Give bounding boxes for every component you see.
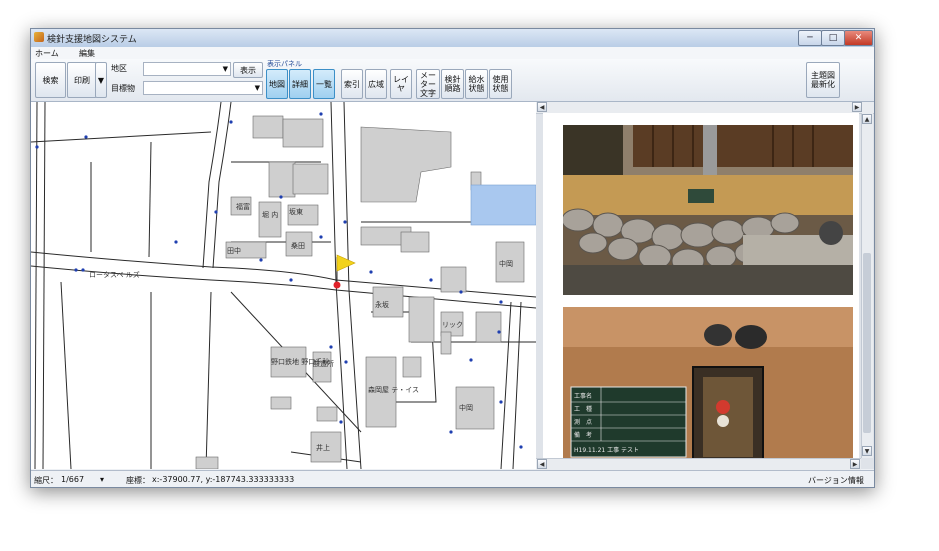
pool-area [470, 184, 536, 226]
refresh-theme-map-button[interactable]: 主題図 最新化 [806, 62, 840, 98]
usage-status-button[interactable]: 使用 状態 [489, 69, 512, 99]
window-title: 検針支援地図システム [47, 35, 137, 45]
panel-list-button[interactable]: 一覧 [313, 69, 335, 99]
coord-label: 座標： [126, 476, 150, 485]
chevron-down-icon: ▼ [254, 84, 260, 92]
wide-area-button[interactable]: 広域 [365, 69, 387, 99]
board-bottom: H19.11.21 工事 テスト [574, 446, 639, 454]
menu-edit[interactable]: 編集 [79, 48, 95, 59]
app-window: 検針支援地図システム ─ □ ✕ ホーム 編集 検索 印刷 ▼ 地区 ▼ 目標物… [30, 28, 875, 488]
search-button[interactable]: 検索 [35, 62, 66, 98]
photo-panel: ◀ ▶ 工事名 工 種 測 点 備 考 H19.11.21 工事 テスト ▲ ▼… [536, 102, 874, 470]
scroll-down-icon[interactable]: ▼ [862, 446, 872, 456]
pin-icon [333, 281, 341, 289]
photo-page: 工事名 工 種 測 点 備 考 H19.11.21 工事 テスト [543, 113, 859, 463]
status-bar: 縮尺： 1/667 ▾ 座標： x:-37900.77, y:-187743.3… [31, 470, 874, 487]
scroll-left-icon[interactable]: ◀ [537, 459, 547, 469]
title-bar: 検針支援地図システム ─ □ ✕ [31, 29, 874, 48]
map-label: 坂東 [289, 207, 303, 216]
maximize-button[interactable]: □ [821, 30, 845, 46]
map-label: 永坂 [375, 300, 389, 309]
photo-meter-box: 工事名 工 種 測 点 備 考 H19.11.21 工事 テスト [563, 307, 853, 463]
map-label: ロータスベ ルズ [89, 270, 140, 279]
index-button[interactable]: 索引 [341, 69, 363, 99]
area-select[interactable]: ▼ [143, 62, 231, 76]
panel-title: 表示パネル [267, 60, 302, 68]
board-row: 備 考 [574, 431, 592, 439]
scroll-right-icon[interactable]: ▶ [852, 102, 862, 112]
supply-status-button[interactable]: 給水 状態 [465, 69, 488, 99]
board-row: 工事名 [574, 392, 592, 400]
scale-value[interactable]: 1/667 [61, 475, 84, 484]
map-canvas: 坂東 桑田 堀 内 福富 田中 中岡 永坂 リック 野口鉄地 野口千秋 酸造所 … [31, 102, 536, 469]
map-label: 森岡屋 テ・イス [368, 385, 419, 394]
print-dropdown-button[interactable]: ▼ [95, 62, 107, 98]
photo-vertical-scrollbar[interactable]: ▲ ▼ [861, 113, 873, 458]
panel-detail-button[interactable]: 詳細 [289, 69, 311, 99]
board-row: 工 種 [574, 405, 592, 413]
toolbar: 検索 印刷 ▼ 地区 ▼ 目標物 ▼ 表示 表示パネル 地図 詳細 一覧 索引 … [31, 59, 874, 102]
area-label: 地区 [111, 64, 127, 73]
map-label: 中岡 [499, 259, 513, 268]
board-row: 測 点 [574, 418, 592, 426]
print-button[interactable]: 印刷 [67, 62, 97, 98]
version-info[interactable]: バージョン情報 [808, 475, 864, 486]
chevron-down-icon: ▼ [222, 65, 228, 73]
close-button[interactable]: ✕ [844, 30, 873, 46]
menu-home[interactable]: ホーム [35, 48, 59, 59]
map-label: 中岡 [459, 403, 473, 412]
scroll-right-icon[interactable]: ▶ [850, 459, 860, 469]
photo-stone-wall [563, 125, 853, 295]
meter-text-button[interactable]: メーター 文字 [416, 69, 440, 99]
display-button[interactable]: 表示 [233, 62, 263, 78]
landmark-select[interactable]: ▼ [143, 81, 263, 95]
map-label: 福富 [236, 202, 250, 211]
chevron-down-icon[interactable]: ▾ [100, 475, 104, 484]
panel-map-button[interactable]: 地図 [266, 69, 288, 99]
landmark-label: 目標物 [111, 84, 135, 93]
menu-bar: ホーム 編集 [31, 47, 874, 59]
photo-horizontal-scrollbar[interactable]: ◀ ▶ [536, 458, 861, 470]
map-label: リック [442, 321, 463, 329]
map-label: 桑田 [291, 241, 305, 250]
scale-label: 縮尺： [34, 476, 58, 485]
flag-icon [336, 254, 356, 272]
map-label: 酸造所 [313, 359, 334, 368]
map-label: 田中 [227, 246, 241, 255]
coord-value: x:-37900.77, y:-187743.333333333 [152, 475, 295, 484]
scroll-up-icon[interactable]: ▲ [862, 114, 872, 124]
scroll-thumb[interactable] [863, 253, 871, 433]
map-label: 堀 内 [262, 210, 278, 219]
reading-route-button[interactable]: 検針 順路 [441, 69, 464, 99]
location-marker[interactable] [333, 254, 356, 289]
minimize-button[interactable]: ─ [798, 30, 822, 46]
map-label: 井上 [316, 443, 330, 452]
map-view[interactable]: 坂東 桑田 堀 内 福富 田中 中岡 永坂 リック 野口鉄地 野口千秋 酸造所 … [31, 102, 536, 469]
layer-button[interactable]: レイ ヤ [390, 69, 412, 99]
app-icon [34, 32, 44, 42]
scroll-left-icon[interactable]: ◀ [537, 102, 547, 112]
